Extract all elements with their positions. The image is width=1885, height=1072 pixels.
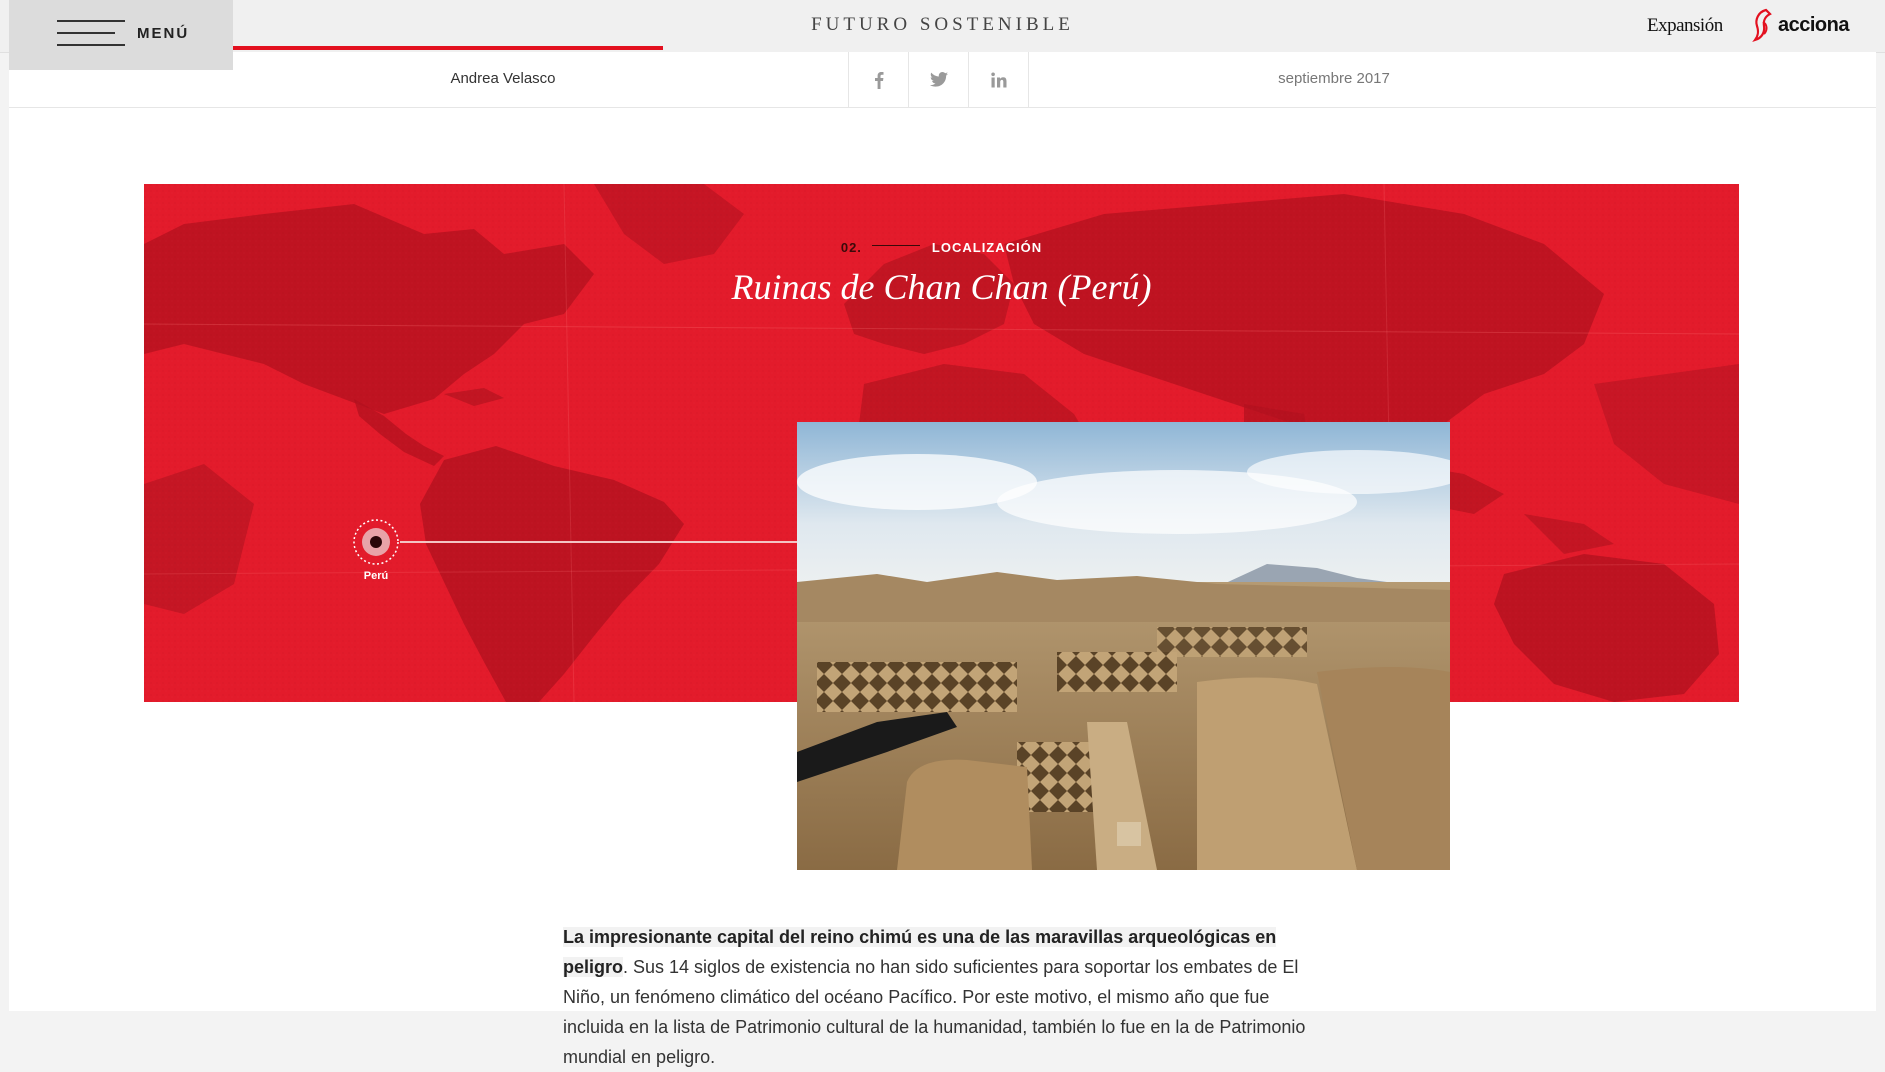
share-facebook-button[interactable] xyxy=(848,52,908,107)
section-number: 02. xyxy=(840,240,862,255)
section-kicker: 02. LOCALIZACIÓN xyxy=(144,240,1739,255)
expansion-logo[interactable]: Expansión xyxy=(1647,15,1723,37)
acciona-mark-icon xyxy=(1752,8,1772,42)
pin-connector-line xyxy=(400,541,806,543)
share-linkedin-button[interactable] xyxy=(968,52,1029,107)
menu-label: MENÚ xyxy=(137,25,190,42)
article-date: septiembre 2017 xyxy=(1278,70,1390,87)
site-title[interactable]: FUTURO SOSTENIBLE xyxy=(0,14,1885,36)
location-pin-icon[interactable] xyxy=(352,518,400,566)
article-meta-row: Andrea Velasco septiembre 2017 xyxy=(9,52,1876,108)
menu-button[interactable]: MENÚ xyxy=(9,0,233,70)
twitter-icon xyxy=(929,72,948,87)
article-author[interactable]: Andrea Velasco xyxy=(303,70,703,87)
linkedin-icon xyxy=(990,72,1006,87)
acciona-wordmark: acciona xyxy=(1778,13,1849,36)
chan-chan-photo xyxy=(797,422,1450,870)
top-header: FUTURO SOSTENIBLE Expansión acciona xyxy=(0,0,1885,53)
share-twitter-button[interactable] xyxy=(908,52,968,107)
hamburger-icon xyxy=(57,20,125,56)
kicker-rule xyxy=(871,245,920,247)
pin-label: Perú xyxy=(363,570,389,582)
acciona-logo[interactable]: acciona xyxy=(1752,8,1849,42)
article-body: La impresionante capital del reino chimú… xyxy=(563,922,1323,1072)
facebook-icon xyxy=(874,71,883,89)
share-buttons xyxy=(848,52,1029,107)
article-body-text: . Sus 14 siglos de existencia no han sid… xyxy=(563,957,1306,1067)
hero-title: Ruinas de Chan Chan (Perú) xyxy=(731,267,1152,307)
section-label: LOCALIZACIÓN xyxy=(931,240,1043,255)
article-panel: Andrea Velasco septiembre 2017 02. LOCAL… xyxy=(9,52,1876,1067)
ruins-photo-illustration xyxy=(797,422,1450,870)
reading-progress-bar xyxy=(233,46,663,50)
